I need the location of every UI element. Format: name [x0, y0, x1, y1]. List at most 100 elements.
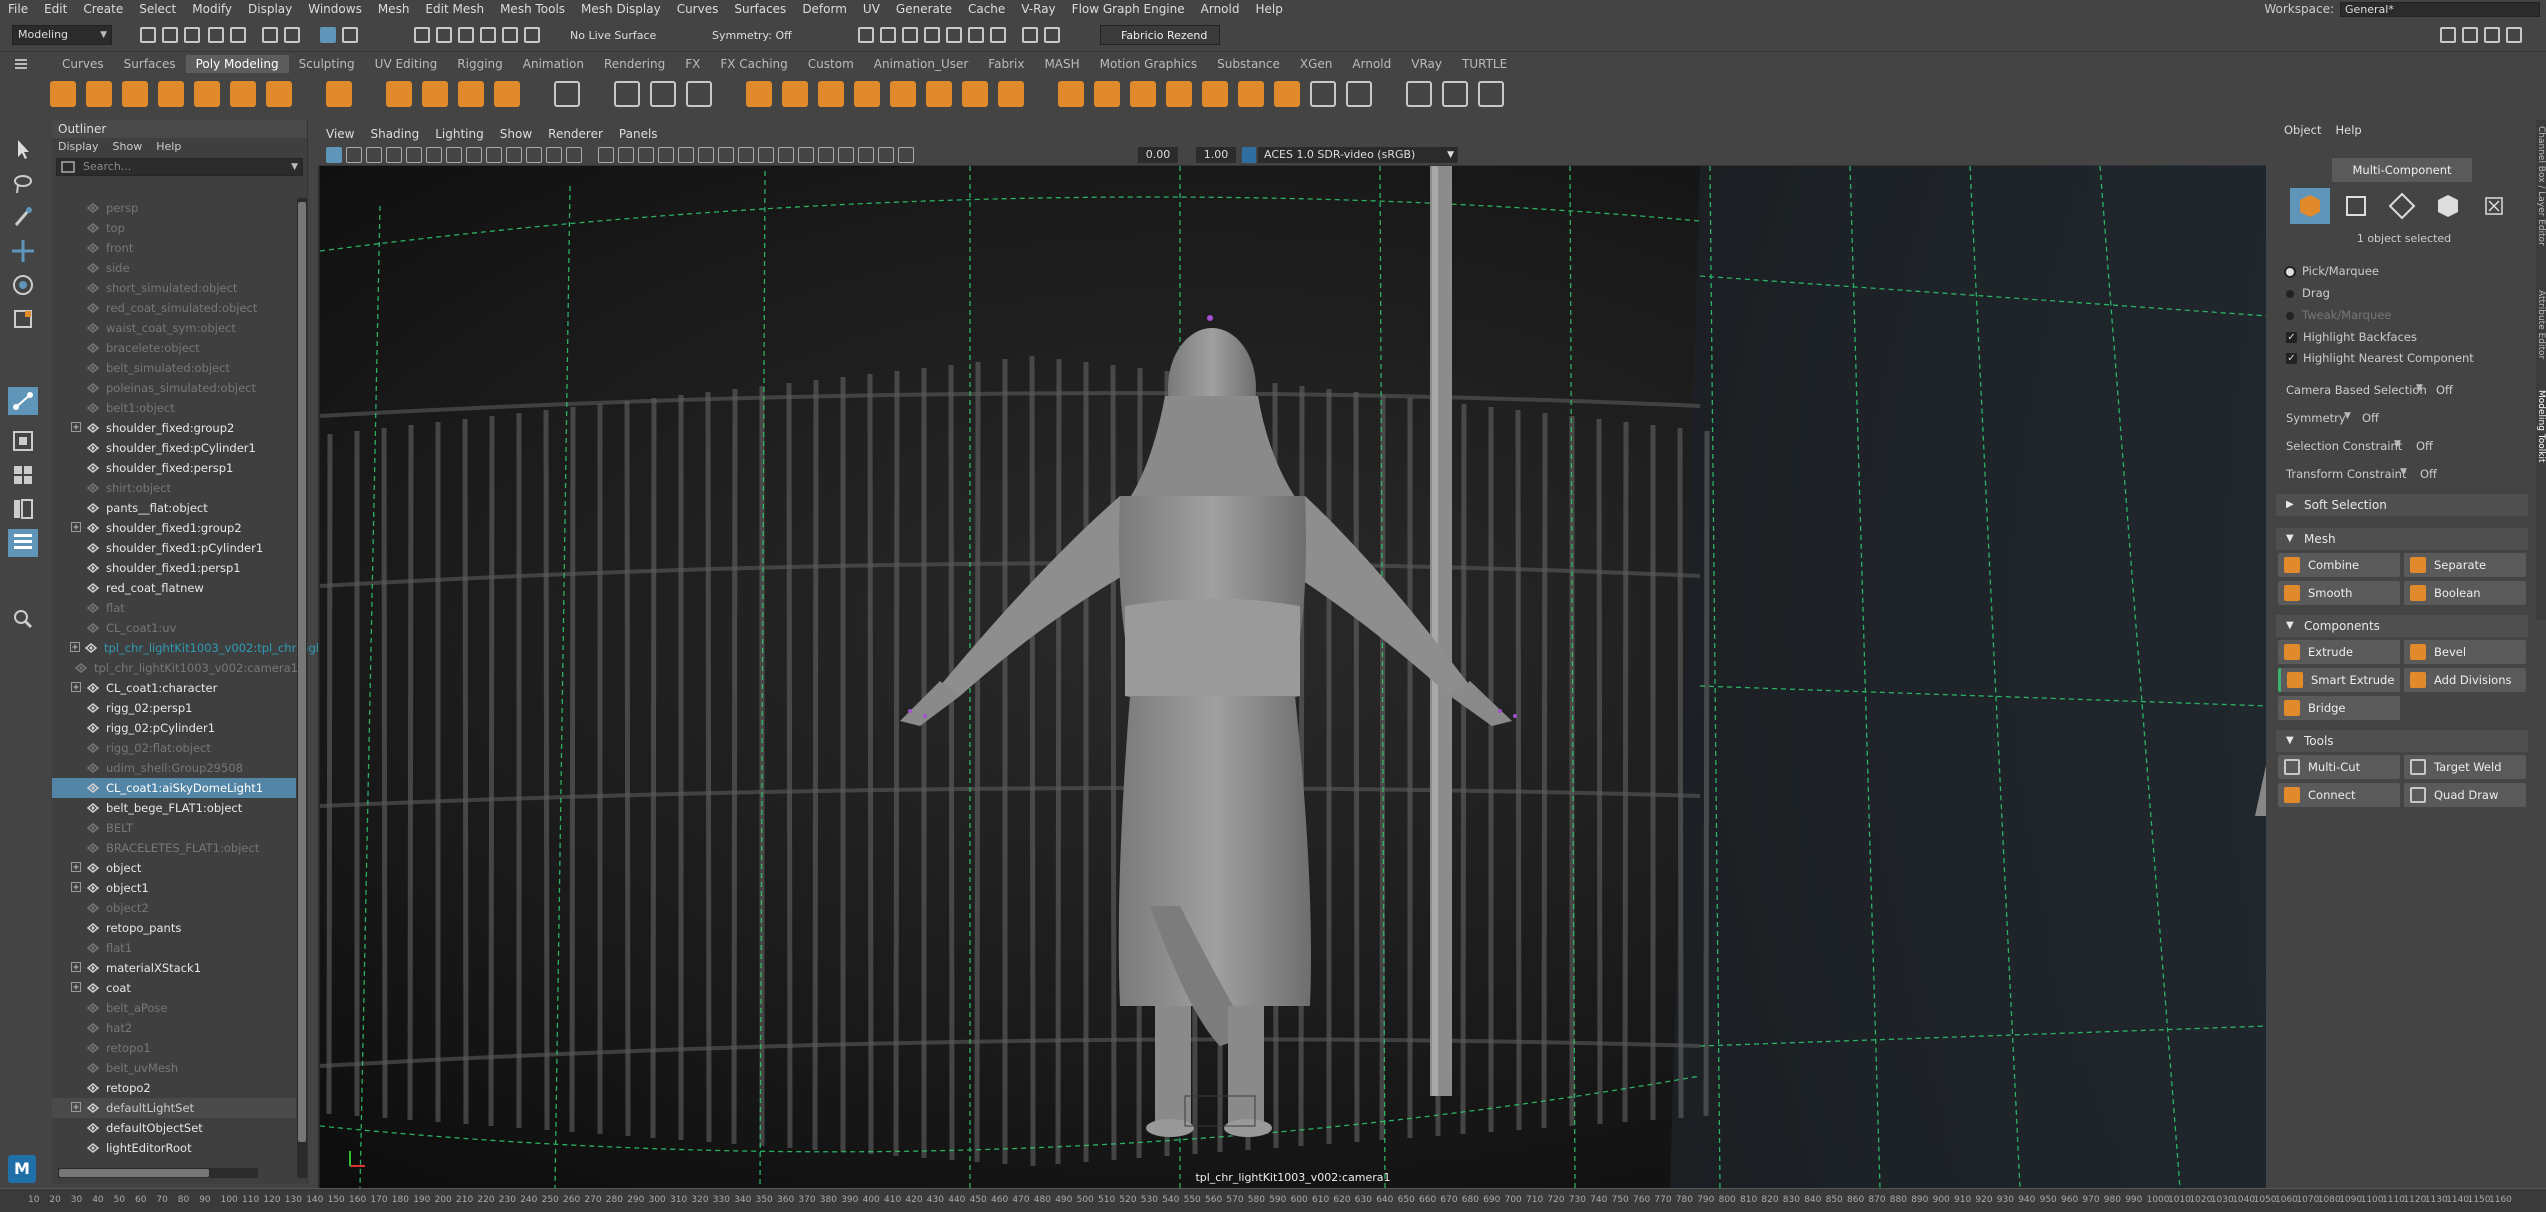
outliner-item[interactable]: front — [52, 238, 296, 258]
select-tool-icon[interactable] — [8, 135, 38, 163]
menu-generate[interactable]: Generate — [888, 2, 960, 16]
2d-pan-zoom-icon[interactable] — [406, 147, 422, 163]
snap-toggle-icon[interactable] — [1022, 27, 1038, 43]
mesh-section[interactable]: ▼ Mesh — [2276, 528, 2528, 550]
exposure-icon[interactable] — [898, 147, 914, 163]
outliner-item[interactable]: BRACELETES_FLAT1:object — [52, 838, 296, 858]
new-scene-icon[interactable] — [140, 27, 156, 43]
outliner-search-input[interactable]: Search... ▼ — [56, 158, 303, 176]
resolution-gate-icon[interactable] — [486, 147, 502, 163]
menu-display[interactable]: Display — [240, 2, 300, 16]
outliner-item[interactable]: rigg_02:pCylinder1 — [52, 718, 296, 738]
expand-icon[interactable] — [70, 1102, 82, 1114]
outliner-item[interactable]: object1 — [52, 878, 296, 898]
image-plane-icon[interactable] — [386, 147, 402, 163]
channel-box-tab[interactable]: Channel Box / Layer Editor — [2536, 126, 2546, 246]
outliner-item[interactable]: shoulder_fixed1:persp1 — [52, 558, 296, 578]
persp-outliner-layout-icon[interactable] — [8, 495, 38, 523]
move-tool-icon[interactable] — [8, 237, 38, 265]
camera-attributes-icon[interactable] — [346, 147, 362, 163]
workspace-dropdown[interactable]: General* — [2340, 1, 2540, 17]
viewport-menu-renderer[interactable]: Renderer — [548, 127, 603, 141]
outliner-item[interactable]: shoulder_fixed:group2 — [52, 418, 296, 438]
channel-box-toggle-icon[interactable] — [2506, 27, 2522, 43]
outliner-item[interactable]: poleinas_simulated:object — [52, 378, 296, 398]
outliner-item[interactable]: defaultObjectSet — [52, 1118, 296, 1138]
super-shape-icon[interactable] — [386, 81, 412, 107]
boolean-button[interactable]: Boolean — [2404, 581, 2526, 605]
snap-view-plane-icon[interactable] — [480, 27, 496, 43]
smooth-icon[interactable] — [854, 81, 880, 107]
selection-constraint-value[interactable]: Off — [2416, 439, 2433, 453]
menu-help[interactable]: Help — [1247, 2, 1290, 16]
multi-component-button[interactable]: Multi-Component — [2332, 158, 2472, 182]
merge-icon[interactable] — [1346, 81, 1372, 107]
screen-space-ao-icon[interactable] — [738, 147, 754, 163]
platonic-solid-icon[interactable] — [326, 81, 352, 107]
grid-toggle-icon[interactable] — [446, 147, 462, 163]
tweak-marquee-option[interactable]: Tweak/Marquee — [2286, 308, 2391, 322]
pivot-value-icon[interactable] — [686, 81, 712, 107]
menu-arnold[interactable]: Arnold — [1193, 2, 1248, 16]
highlight-nearest-checkbox[interactable]: ✓ — [2286, 353, 2297, 364]
outliner-item[interactable]: persp — [52, 198, 296, 218]
menu-mesh-display[interactable]: Mesh Display — [573, 2, 669, 16]
shelf-tab-rendering[interactable]: Rendering — [594, 55, 675, 73]
drag-option[interactable]: Drag — [2286, 286, 2330, 300]
outliner-item[interactable]: CL_coat1:character — [52, 678, 296, 698]
perspective-viewport[interactable]: tpl_chr_lightKit1003_v002:camera1 — [318, 166, 2266, 1188]
select-component-icon[interactable] — [320, 27, 336, 43]
shelf-tab-mash[interactable]: MASH — [1034, 55, 1089, 73]
transform-constraint-chevron-icon[interactable]: ▼ — [2400, 467, 2407, 477]
safe-action-icon[interactable] — [546, 147, 562, 163]
menu-v-ray[interactable]: V-Ray — [1013, 2, 1063, 16]
save-scene-icon[interactable] — [184, 27, 200, 43]
menu-file[interactable]: File — [0, 2, 36, 16]
shelf-tab-animation[interactable]: Animation — [513, 55, 594, 73]
ipr-render-icon[interactable] — [902, 27, 918, 43]
last-tool-icon[interactable] — [8, 387, 38, 415]
outliner-menu-display[interactable]: Display — [58, 138, 99, 156]
outliner-item[interactable]: belt_uvMesh — [52, 1058, 296, 1078]
use-all-lights-icon[interactable] — [698, 147, 714, 163]
hypershade-icon[interactable] — [946, 27, 962, 43]
outliner-item[interactable]: red_coat_simulated:object — [52, 298, 296, 318]
expand-icon[interactable] — [70, 982, 82, 994]
poly-cone-icon[interactable] — [158, 81, 184, 107]
bevel-icon[interactable] — [1130, 81, 1156, 107]
shelf-tab-motion-graphics[interactable]: Motion Graphics — [1090, 55, 1208, 73]
outliner-item[interactable]: hat2 — [52, 1018, 296, 1038]
mtk-menu-object[interactable]: Object — [2284, 120, 2321, 140]
select-object-icon[interactable] — [284, 27, 300, 43]
redo-icon[interactable] — [230, 27, 246, 43]
wireframe-icon[interactable] — [598, 147, 614, 163]
smart-extrude-button[interactable]: Smart Extrude — [2278, 668, 2400, 692]
render-current-frame-icon[interactable] — [880, 27, 896, 43]
scale-tool-icon[interactable] — [8, 305, 38, 333]
attribute-editor-toggle-icon[interactable] — [2462, 27, 2478, 43]
menuset-dropdown[interactable]: Modeling ▼ — [12, 25, 112, 45]
shelf-tab-sculpting[interactable]: Sculpting — [289, 55, 365, 73]
tweak-marquee-radio[interactable] — [2286, 311, 2294, 320]
extrude-button[interactable]: Extrude — [2278, 640, 2400, 664]
field-chart-icon[interactable] — [526, 147, 542, 163]
bridge-icon[interactable] — [1094, 81, 1120, 107]
target-weld-button[interactable]: Target Weld — [2404, 755, 2526, 779]
expand-icon[interactable] — [70, 522, 82, 534]
mtk-menu-help[interactable]: Help — [2335, 120, 2361, 140]
camera-based-selection-value[interactable]: Off — [2436, 383, 2453, 397]
grease-pencil-icon[interactable] — [426, 147, 442, 163]
shadows-icon[interactable] — [718, 147, 734, 163]
grid-icon[interactable] — [554, 81, 580, 107]
expand-icon[interactable] — [70, 642, 80, 654]
user-account[interactable]: Fabricio Rezend — [1100, 25, 1220, 45]
retopo-icon[interactable] — [998, 81, 1024, 107]
xray-joints-icon[interactable] — [858, 147, 874, 163]
bookmarks-icon[interactable] — [366, 147, 382, 163]
shelf-tab-fabrix[interactable]: Fabrix — [978, 55, 1034, 73]
four-view-layout-icon[interactable] — [8, 461, 38, 489]
search-dropdown-icon[interactable]: ▼ — [291, 159, 298, 175]
combine-icon[interactable] — [746, 81, 772, 107]
outliner-item[interactable]: shoulder_fixed:persp1 — [52, 458, 296, 478]
snap-grid-icon[interactable] — [414, 27, 430, 43]
